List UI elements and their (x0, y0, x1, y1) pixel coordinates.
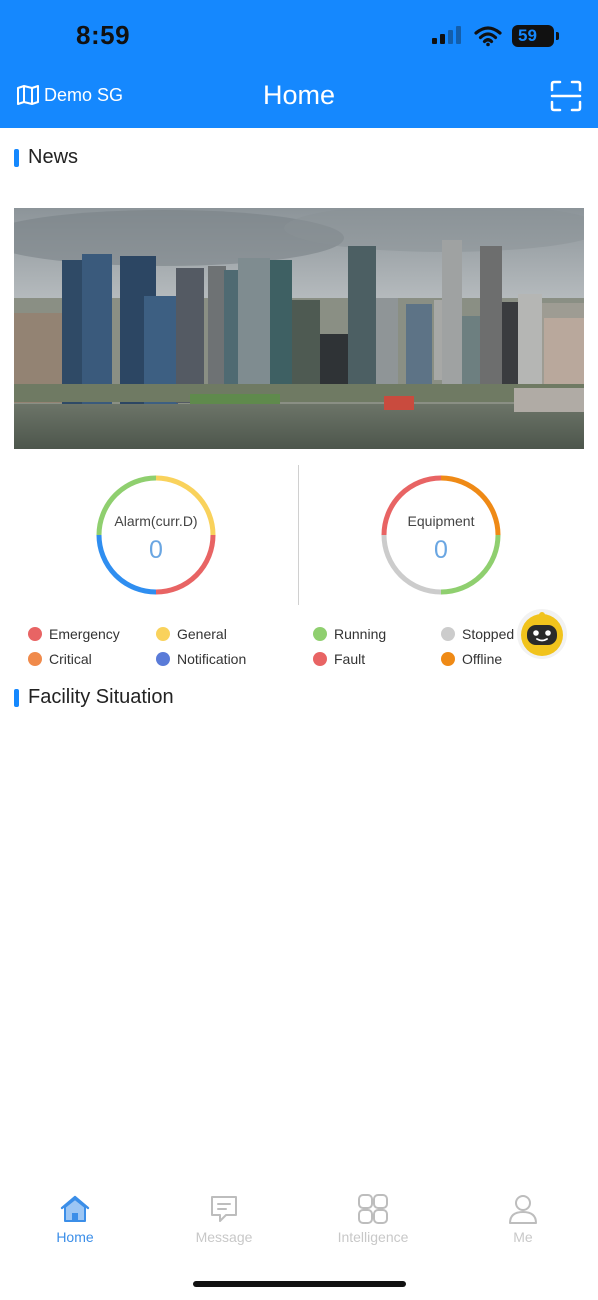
legend-label: Offline (462, 651, 503, 667)
alarm-panel[interactable]: Alarm(curr.D) 0 (14, 470, 294, 600)
legend-general: General (156, 626, 227, 642)
status-time: 8:59 (76, 20, 131, 50)
alarm-ring-chart (96, 475, 216, 595)
status-icons: 59 (430, 22, 559, 50)
legend-offline: Offline (441, 651, 502, 667)
home-icon (60, 1195, 90, 1222)
message-icon (211, 1196, 237, 1222)
legend-stopped: Stopped (441, 626, 514, 642)
news-banner-image[interactable] (14, 208, 584, 449)
city-skyline-image (14, 208, 584, 449)
tab-label: Message (195, 1229, 253, 1245)
legend-label: General (177, 626, 227, 642)
fault-dot (313, 652, 327, 666)
news-title-text: News (28, 146, 79, 168)
equipment-count: 0 (434, 536, 448, 564)
emergency-dot (28, 627, 42, 641)
legend-running: Running (313, 626, 386, 642)
user-icon (509, 1195, 537, 1224)
equipment-label: Equipment (407, 513, 475, 529)
legend-label: Emergency (49, 626, 120, 642)
tab-label: Me (513, 1229, 533, 1245)
cellular-signal-icon (432, 26, 461, 44)
legend-label: Notification (177, 651, 247, 667)
home-indicator (193, 1281, 406, 1287)
bottom-tab-bar: Home Message Intelligence Me (0, 1185, 598, 1255)
tab-intelligence[interactable]: Intelligence (298, 1185, 448, 1245)
offline-dot (441, 652, 455, 666)
general-dot (156, 627, 170, 641)
facility-title-text: Facility Situation (28, 686, 174, 708)
legend-fault: Fault (313, 651, 365, 667)
equipment-ring-chart (381, 475, 501, 595)
legend-label: Running (334, 626, 387, 642)
legend-critical: Critical (28, 651, 92, 667)
equipment-panel[interactable]: Equipment 0 (300, 470, 580, 600)
legend-label: Fault (334, 651, 366, 667)
section-marker (14, 688, 19, 707)
facility-section-title: Facility Situation (14, 686, 174, 709)
legend-label: Critical (49, 651, 92, 667)
stats-divider (298, 465, 299, 605)
scan-icon[interactable] (550, 80, 582, 112)
section-marker (14, 148, 19, 167)
legend-label: Stopped (462, 626, 515, 642)
tab-message[interactable]: Message (149, 1185, 299, 1245)
legend-emergency: Emergency (28, 626, 120, 642)
alarm-label: Alarm(curr.D) (114, 513, 198, 529)
tab-label: Intelligence (337, 1229, 409, 1245)
page-title: Home (262, 80, 336, 110)
stopped-dot (441, 627, 455, 641)
legend-notification: Notification (156, 651, 246, 667)
news-section-title: News (14, 146, 78, 169)
tab-home[interactable]: Home (0, 1185, 150, 1245)
critical-dot (28, 652, 42, 666)
intelligence-icon (358, 1194, 388, 1224)
tab-me[interactable]: Me (448, 1185, 598, 1245)
wifi-icon (474, 26, 502, 47)
assistant-robot-icon[interactable] (516, 608, 568, 660)
notification-dot (156, 652, 170, 666)
battery-icon: 59 (512, 25, 559, 47)
running-dot (313, 627, 327, 641)
alarm-count: 0 (149, 536, 163, 564)
app-header: 8:59 59 Demo SG Home (0, 0, 598, 128)
tab-label: Home (56, 1229, 94, 1245)
